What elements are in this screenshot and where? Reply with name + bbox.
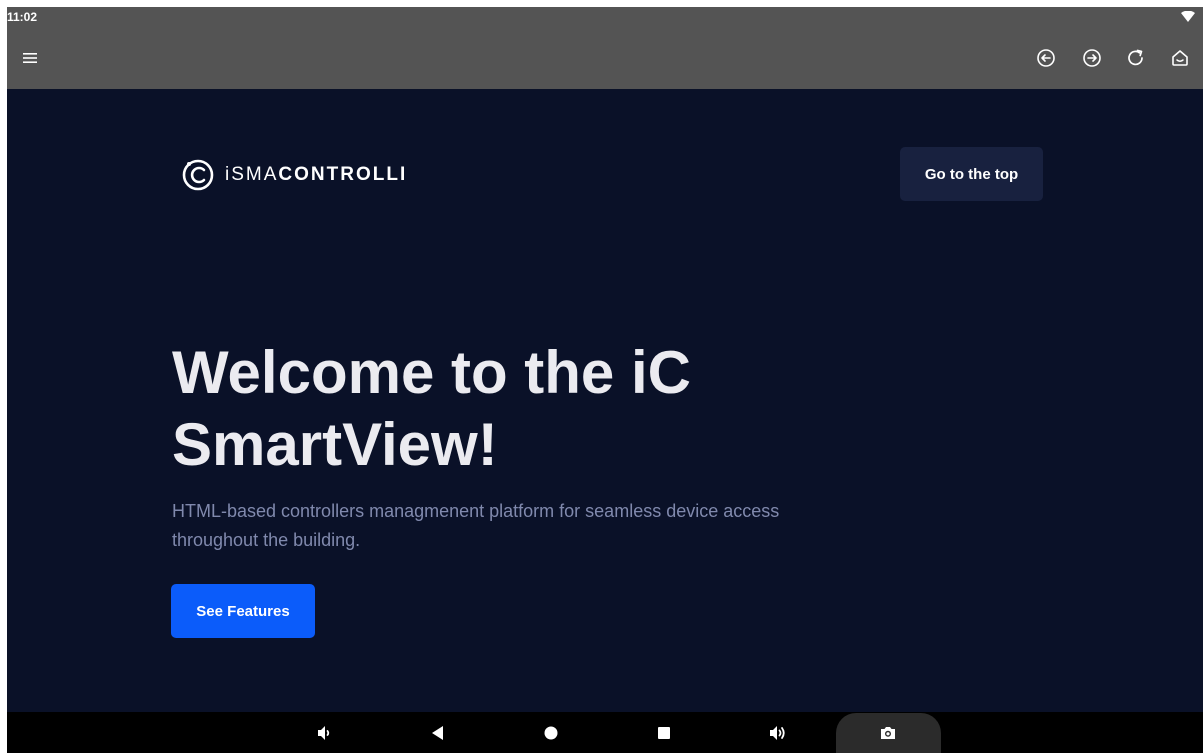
- volume-down-icon[interactable]: [313, 722, 335, 744]
- recents-square-icon[interactable]: [653, 722, 675, 744]
- go-to-top-button[interactable]: Go to the top: [900, 147, 1043, 201]
- hero-title: Welcome to the iC SmartView!: [172, 339, 691, 478]
- see-features-button[interactable]: See Features: [171, 584, 315, 638]
- logo-text: iSMACONTROLLI: [225, 164, 407, 186]
- volume-up-icon[interactable]: [767, 722, 789, 744]
- status-bar: 11:02: [7, 7, 1203, 27]
- device-screen: 11:02 iSMACONTROLLI Go to the top Welcom…: [7, 7, 1203, 753]
- hero-subtitle: HTML-based controllers managmenent platf…: [172, 501, 780, 550]
- logo-prefix: iSMA: [225, 164, 279, 185]
- brand-logo[interactable]: iSMACONTROLLI: [181, 155, 407, 195]
- webpage: iSMACONTROLLI Go to the top Welcome to t…: [7, 89, 1203, 712]
- home-circle-icon[interactable]: [540, 722, 562, 744]
- camera-icon: [881, 727, 895, 739]
- screenshot-button[interactable]: [836, 713, 941, 753]
- ismacontrolli-logo-icon: [182, 159, 214, 191]
- wifi-icon: [1181, 11, 1195, 22]
- forward-arrow-icon[interactable]: [1081, 47, 1103, 69]
- status-time: 11:02: [7, 10, 38, 24]
- logo-suffix: CONTROLLI: [278, 164, 408, 185]
- back-arrow-icon[interactable]: [1035, 47, 1057, 69]
- navigation-bar: [7, 712, 1203, 753]
- menu-icon[interactable]: [21, 49, 39, 67]
- reload-icon[interactable]: [1125, 47, 1147, 69]
- home-icon[interactable]: [1169, 47, 1191, 69]
- browser-toolbar: [7, 27, 1203, 89]
- back-triangle-icon[interactable]: [427, 722, 449, 744]
